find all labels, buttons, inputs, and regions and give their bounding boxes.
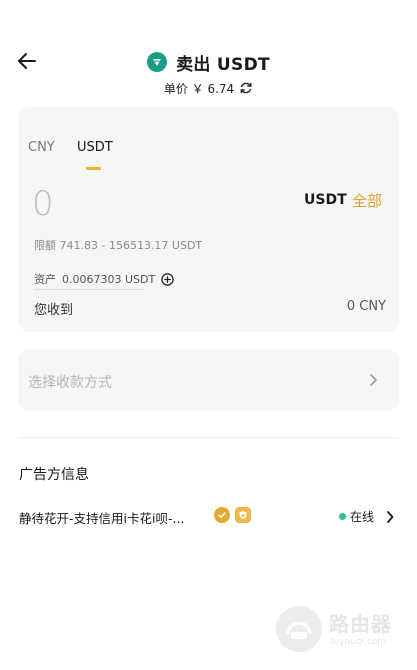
asset-row: 资产 0.0067303 USDT	[34, 271, 174, 287]
tab-usdt[interactable]: USDT	[77, 140, 113, 155]
all-button[interactable]: 全部	[352, 190, 382, 211]
chevron-right-icon[interactable]	[386, 510, 394, 524]
asset-divider	[34, 289, 144, 290]
section-divider	[18, 437, 399, 438]
payment-method-placeholder: 选择收款方式	[28, 375, 112, 391]
usdt-coin-icon	[147, 52, 168, 72]
watermark-brand: 路由器	[329, 612, 392, 636]
page-title-row: 卖出 USDT	[0, 50, 417, 75]
receive-label: 您收到	[34, 303, 74, 318]
active-tab-indicator	[86, 167, 101, 170]
watermark-logo	[276, 606, 322, 652]
verified-badge-icon	[214, 507, 230, 523]
unit-price: 单价 ￥ 6.74	[163, 81, 235, 96]
asset-label: 资产	[34, 273, 56, 286]
online-status-label: 在线	[350, 510, 375, 524]
page-title: 卖出 USDT	[176, 54, 270, 75]
amount-input[interactable]: 0	[32, 184, 54, 224]
watermark-url: luyouqi.com	[331, 637, 387, 647]
limit-text: 限额 741.83 - 156513.17 USDT	[34, 239, 203, 252]
unit-price-row: 单价 ￥ 6.74	[0, 79, 417, 97]
receive-value: 0 CNY	[346, 299, 386, 314]
order-card	[18, 107, 399, 332]
advertiser-name[interactable]: 静待花开-支持信用i卡花i呗-...	[19, 508, 184, 527]
advertiser-section-title: 广告方信息	[19, 467, 89, 483]
shield-badge-icon	[235, 507, 251, 523]
refresh-icon[interactable]	[239, 81, 253, 95]
chevron-right-icon	[370, 374, 377, 386]
amount-currency: USDT	[304, 192, 347, 208]
plus-circle-icon[interactable]	[161, 272, 174, 286]
online-status-dot	[339, 513, 346, 520]
tab-cny[interactable]: CNY	[28, 140, 55, 155]
asset-value: 0.0067303 USDT	[62, 272, 156, 286]
